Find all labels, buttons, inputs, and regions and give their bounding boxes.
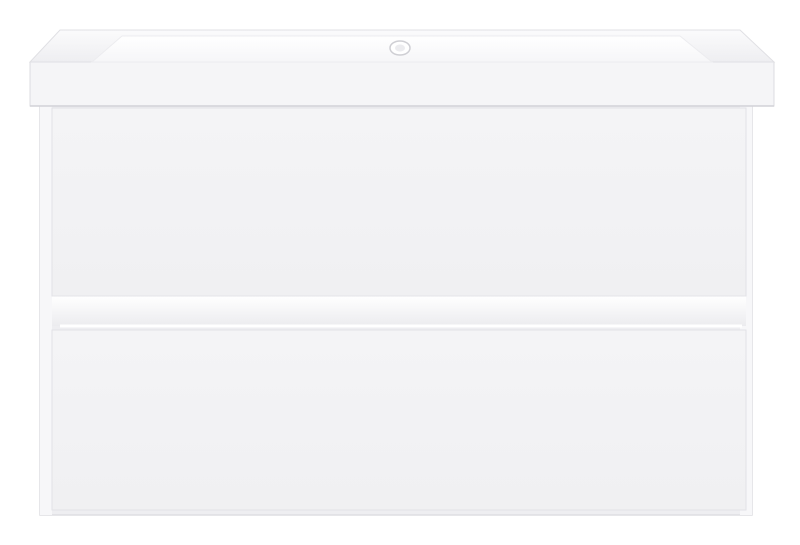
vanity-illustration	[28, 29, 776, 516]
cabinet-left-side	[40, 100, 52, 515]
drawer-handle-groove	[52, 296, 746, 326]
drain-center	[395, 44, 405, 52]
basin-front-edge	[29, 61, 775, 107]
vanity-scene	[0, 0, 800, 545]
lower-drawer-front	[51, 329, 747, 511]
upper-drawer-front	[51, 107, 747, 297]
